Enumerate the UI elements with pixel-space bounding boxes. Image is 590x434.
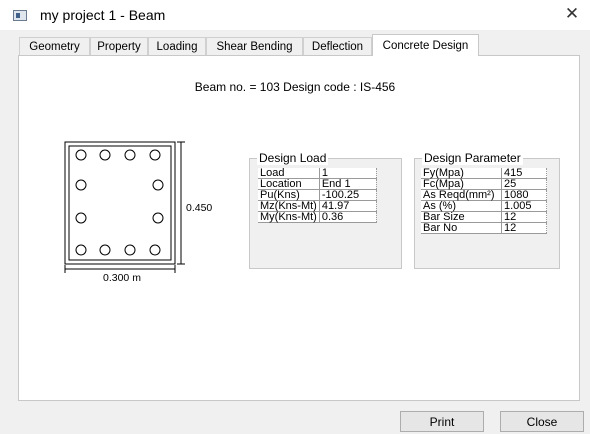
as-reqd-value: 1080: [501, 189, 547, 201]
rebar-bar: [75, 179, 87, 191]
design-parameter-title: Design Parameter: [422, 151, 523, 165]
rebar-bar: [75, 244, 87, 256]
table-row: My(Kns-Mt) 0.36: [258, 211, 377, 223]
table-row: Mz(Kns-Mt) 41.97: [258, 200, 377, 212]
rebar-bar: [99, 149, 111, 161]
design-parameter-table: Fy(Mpa) 415 Fc(Mpa) 25 As Reqd(mm²) 1080…: [421, 168, 547, 234]
width-label: 0.300 m: [103, 272, 141, 284]
table-row: Load 1: [258, 168, 377, 179]
design-load-title: Design Load: [257, 151, 329, 165]
fy-value: 415: [501, 168, 547, 179]
app-icon: [13, 10, 27, 21]
as-percent-key: As (%): [421, 200, 502, 212]
rebar-bar: [152, 179, 164, 191]
rebar-bar: [124, 149, 136, 161]
as-percent-value: 1.005: [501, 200, 547, 212]
rebar-bar: [124, 244, 136, 256]
fc-key: Fc(Mpa): [421, 178, 502, 190]
rebar-bar: [99, 244, 111, 256]
bar-size-key: Bar Size: [421, 211, 502, 223]
rebar-bar: [152, 212, 164, 224]
rebar-bar: [75, 212, 87, 224]
bar-no-key: Bar No: [421, 222, 502, 234]
tab-deflection[interactable]: Deflection: [303, 37, 372, 55]
rebar-bar: [149, 149, 161, 161]
pu-value: -100.25: [319, 189, 377, 201]
table-row: As (%) 1.005: [421, 200, 547, 212]
table-row: Fc(Mpa) 25: [421, 178, 547, 190]
table-row: Location End 1: [258, 178, 377, 190]
tab-property[interactable]: Property: [90, 37, 148, 55]
location-value: End 1: [319, 178, 377, 190]
table-row: As Reqd(mm²) 1080: [421, 189, 547, 201]
my-value: 0.36: [319, 211, 377, 223]
pu-key: Pu(Kns): [258, 189, 320, 201]
my-key: My(Kns-Mt): [258, 211, 320, 223]
window-title: my project 1 - Beam: [40, 7, 166, 23]
bar-size-value: 12: [501, 211, 547, 223]
rebar-bar: [149, 244, 161, 256]
close-button[interactable]: Close: [500, 411, 584, 432]
print-button[interactable]: Print: [400, 411, 484, 432]
tab-loading[interactable]: Loading: [148, 37, 206, 55]
bar-no-value: 12: [501, 222, 547, 234]
table-row: Fy(Mpa) 415: [421, 168, 547, 179]
location-key: Location: [258, 178, 320, 190]
load-key: Load: [258, 168, 320, 179]
mz-value: 41.97: [319, 200, 377, 212]
table-row: Pu(Kns) -100.25: [258, 189, 377, 201]
fy-key: Fy(Mpa): [421, 168, 502, 179]
stirrup-outline: [68, 145, 172, 261]
mz-key: Mz(Kns-Mt): [258, 200, 320, 212]
tab-shear-bending[interactable]: Shear Bending: [206, 37, 303, 55]
design-load-table: Load 1 Location End 1 Pu(Kns) -100.25 Mz…: [258, 168, 377, 223]
close-icon[interactable]: ✕: [560, 2, 584, 26]
depth-label: 0.450: [186, 202, 213, 214]
rebar-bar: [75, 149, 87, 161]
table-row: Bar No 12: [421, 222, 547, 234]
as-reqd-key: As Reqd(mm²): [421, 189, 502, 201]
load-value: 1: [319, 168, 377, 179]
tab-geometry[interactable]: Geometry: [19, 37, 90, 55]
table-row: Bar Size 12: [421, 211, 547, 223]
tab-concrete-design[interactable]: Concrete Design: [372, 34, 479, 56]
beam-info-line: Beam no. = 103 Design code : IS-456: [194, 80, 396, 94]
fc-value: 25: [501, 178, 547, 190]
